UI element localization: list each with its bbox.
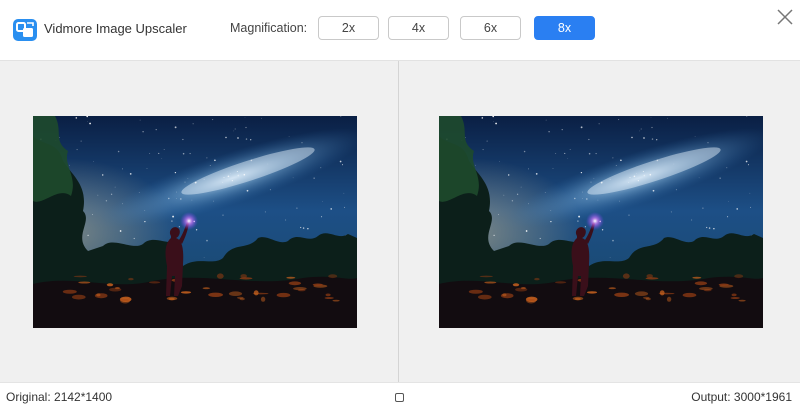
- top-bar: Vidmore Image Upscaler Magnification: 2x…: [0, 0, 800, 60]
- magnification-6x-button[interactable]: 6x: [460, 16, 521, 40]
- output-image: [439, 116, 763, 328]
- status-bar: Original: 2142*1400 Output: 3000*1961: [0, 382, 800, 412]
- app-logo-icon: [13, 19, 37, 41]
- app-title: Vidmore Image Upscaler: [44, 21, 187, 36]
- magnification-label: Magnification:: [230, 21, 308, 35]
- split-view-toggle-icon[interactable]: [395, 393, 404, 402]
- magnification-4x-button[interactable]: 4x: [388, 16, 449, 40]
- close-button[interactable]: [774, 6, 796, 28]
- original-image: [33, 116, 357, 328]
- close-icon: [777, 9, 793, 25]
- output-resolution: Output: 3000*1961: [691, 390, 792, 404]
- preview-divider[interactable]: [398, 61, 399, 383]
- magnification-2x-button[interactable]: 2x: [318, 16, 379, 40]
- preview-area: [0, 60, 800, 383]
- original-resolution: Original: 2142*1400: [6, 390, 113, 404]
- magnification-8x-button[interactable]: 8x: [534, 16, 595, 40]
